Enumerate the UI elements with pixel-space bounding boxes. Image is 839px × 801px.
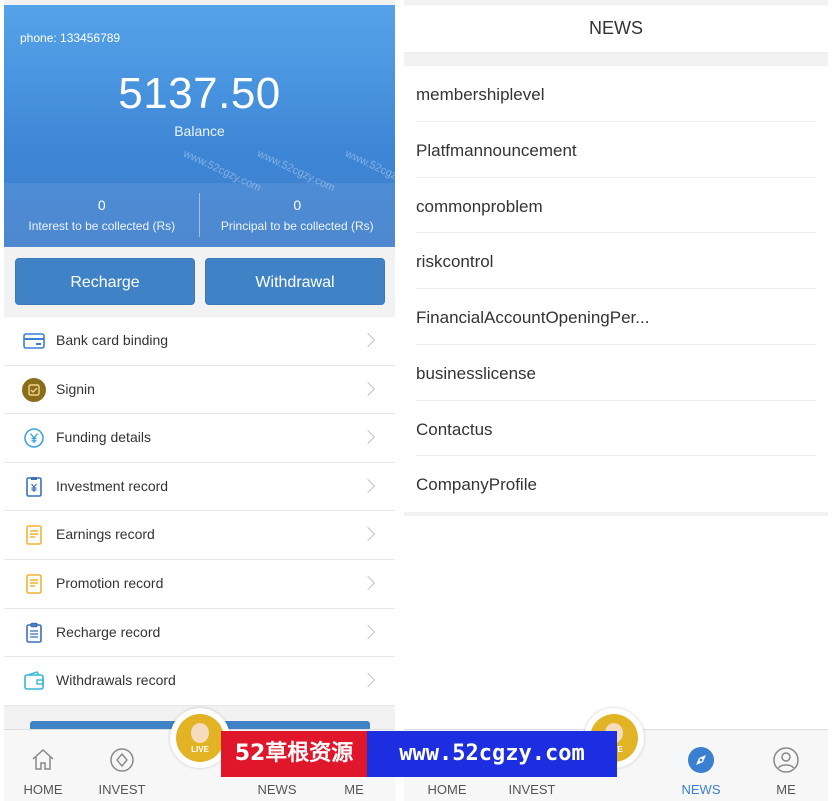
menu-item-earnings-record[interactable]: Earnings record [4, 511, 395, 560]
chevron-right-icon [360, 381, 376, 396]
recharge-button[interactable]: Recharge [15, 258, 195, 305]
home-icon [32, 748, 54, 770]
menu-item-signin[interactable]: Signin [4, 366, 395, 415]
promotion-doc-icon [26, 574, 42, 594]
menu-item-investment-record[interactable]: Investment record [4, 463, 395, 512]
interest-value: 0 [97, 197, 106, 213]
interest-stat: 0 Interest to be collected (Rs) [4, 183, 200, 247]
empty-area [404, 516, 828, 730]
tab-label: NEWS [257, 782, 297, 797]
menu-item-bank-card-binding[interactable]: Bank card binding [4, 317, 395, 366]
yen-circle-icon [24, 428, 44, 448]
menu-item-label: Promotion record [56, 574, 164, 591]
invest-icon [110, 748, 134, 772]
interest-label: Interest to be collected (Rs) [28, 219, 176, 233]
watermark-text-left: 52草根资源 [221, 731, 367, 777]
tab-news-active[interactable]: NEWS [678, 746, 724, 797]
page-title: NEWS [404, 5, 828, 53]
balance-value: 5137.50 [118, 69, 281, 118]
tab-label: ME [776, 782, 796, 797]
action-buttons: Recharge Withdrawal [4, 247, 395, 317]
account-menu: Bank card binding Signin Funding details… [4, 317, 395, 706]
news-item-risk-control[interactable]: riskcontrol [416, 233, 816, 289]
news-item-platform-announcement[interactable]: Platfmannouncement [416, 122, 816, 178]
tab-invest[interactable]: INVEST [96, 746, 148, 797]
tab-me[interactable]: ME [768, 746, 804, 797]
tab-label: INVEST [508, 782, 556, 797]
news-list: membershiplevel Platfmannouncement commo… [404, 66, 828, 512]
menu-item-label: Funding details [56, 429, 151, 446]
tab-label: INVEST [98, 782, 146, 797]
chevron-right-icon [360, 332, 376, 348]
principal-label: Principal to be collected (Rs) [220, 219, 374, 233]
earnings-doc-icon [26, 525, 42, 546]
menu-item-funding-details[interactable]: Funding details [4, 414, 395, 463]
tab-label: NEWS [681, 782, 721, 797]
balance-label: Balance [174, 123, 225, 139]
menu-item-recharge-record[interactable]: Recharge record [4, 609, 395, 658]
tab-home[interactable]: HOME [20, 746, 66, 797]
menu-item-label: Recharge record [56, 623, 161, 640]
chevron-right-icon [360, 430, 376, 445]
investment-doc-icon [26, 476, 42, 497]
signin-icon [22, 377, 46, 402]
principal-value: 0 [293, 197, 302, 213]
user-icon [773, 747, 799, 773]
tab-label: HOME [427, 782, 467, 797]
chevron-right-icon [360, 575, 376, 591]
bank-card-icon [23, 333, 45, 349]
tab-label: HOME [23, 782, 63, 797]
principal-stat: 0 Principal to be collected (Rs) [200, 183, 396, 247]
live-label: LIVE [191, 745, 209, 754]
menu-item-label: Withdrawals record [56, 672, 176, 689]
menu-item-label: Signin [56, 380, 95, 397]
compass-icon [688, 747, 714, 773]
news-panel: NEWS membershiplevel Platfmannouncement … [404, 0, 828, 801]
chevron-right-icon [360, 673, 376, 688]
account-panel: phone: 133456789 5137.50 Balance www.52c… [4, 0, 395, 801]
news-item-contact-us[interactable]: Contactus [416, 401, 816, 457]
withdrawal-button[interactable]: Withdrawal [205, 258, 385, 305]
stats-divider [199, 193, 200, 237]
menu-item-promotion-record[interactable]: Promotion record [4, 560, 395, 609]
news-item-financial-account-opening[interactable]: FinancialAccountOpeningPer... [416, 289, 816, 345]
news-item-common-problem[interactable]: commonproblem [416, 178, 816, 234]
menu-item-withdrawals-record[interactable]: Withdrawals record [4, 657, 395, 706]
news-item-company-profile[interactable]: CompanyProfile [416, 456, 816, 512]
clipboard-icon [26, 622, 42, 643]
menu-item-label: Investment record [56, 477, 169, 494]
tab-label: ME [344, 782, 364, 797]
chevron-right-icon [360, 527, 376, 542]
chevron-right-icon [360, 478, 376, 493]
avatar [191, 723, 209, 743]
phone-number: phone: 133456789 [20, 31, 121, 45]
account-header: phone: 133456789 5137.50 Balance www.52c… [4, 5, 395, 247]
news-item-membershiplevel[interactable]: membershiplevel [416, 66, 816, 122]
chevron-right-icon [360, 624, 376, 639]
menu-item-label: Bank card binding [56, 332, 169, 348]
wallet-icon [24, 671, 44, 690]
menu-item-label: Earnings record [56, 526, 155, 543]
news-item-business-license[interactable]: businesslicense [416, 345, 816, 401]
watermark-text-right: www.52cgzy.com [367, 731, 617, 777]
